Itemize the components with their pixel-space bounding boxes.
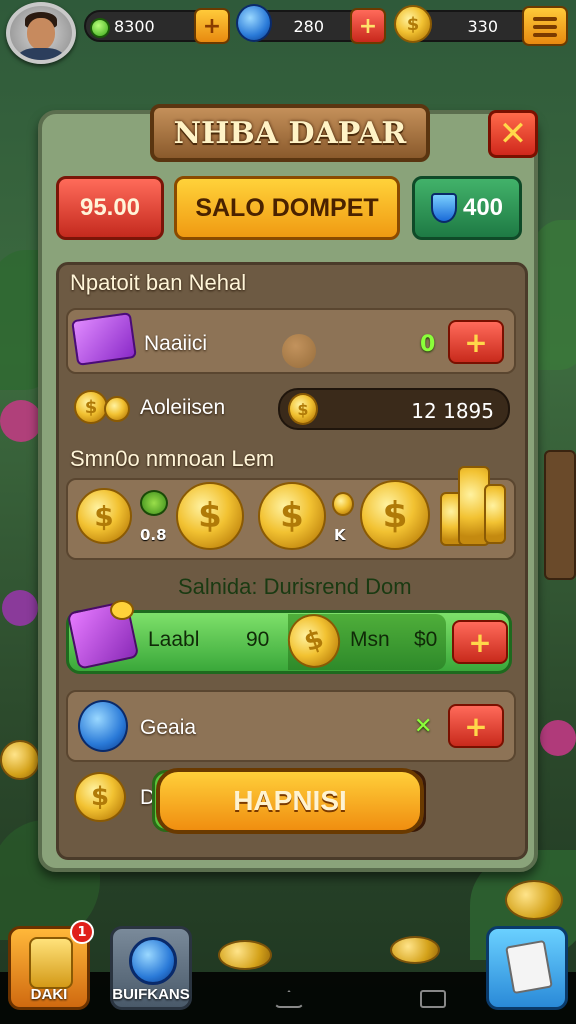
aoleiisen-amount: 12 1895 <box>411 399 494 423</box>
note-icon <box>505 939 553 995</box>
top-hud: 8300 + 280 + 330 $ <box>0 0 576 66</box>
coin-small-icon <box>332 492 354 516</box>
background-coin <box>218 940 272 970</box>
coin-option-4[interactable]: $ <box>360 480 430 550</box>
coin-icon: $ <box>74 390 108 424</box>
energy-value: 280 <box>293 16 324 36</box>
menu-icon <box>533 17 557 21</box>
section-title-salnida: Salnida: Durisrend Dom <box>178 574 412 599</box>
recents-nav-icon[interactable] <box>420 990 446 1008</box>
avatar-face <box>27 18 55 50</box>
green-gem-icon <box>90 18 110 38</box>
magnifier-icon <box>129 937 177 985</box>
shield-value: 400 <box>462 194 504 221</box>
avatar-shirt <box>18 48 64 60</box>
background-flower <box>540 720 576 756</box>
salo-dompet-button[interactable]: SALO DOMPET <box>174 176 400 240</box>
add-naaiici-button[interactable]: + <box>448 320 504 364</box>
wooden-cart <box>544 450 576 580</box>
notification-badge: 1 <box>70 920 94 944</box>
add-land-button[interactable]: + <box>452 620 508 664</box>
naaiici-value: 0 <box>420 332 436 357</box>
coin-option-3[interactable]: $ <box>258 482 326 550</box>
geaia-value: ✕ <box>414 714 433 739</box>
geaia-label: Geaia <box>140 716 197 739</box>
add-gems-button[interactable]: + <box>194 8 230 44</box>
coin-icon: $ <box>288 393 318 425</box>
background-coin <box>505 880 563 920</box>
coin-icon <box>104 396 130 422</box>
naaiici-label: Naaiici <box>144 332 208 355</box>
land-value: 90 <box>246 628 270 651</box>
gems-counter: 8300 <box>84 10 212 42</box>
option-label-b: K <box>334 526 346 544</box>
background-coin <box>0 740 40 780</box>
red-value-button[interactable]: 95.00 <box>56 176 164 240</box>
blue-orb-icon <box>78 700 128 752</box>
aoleiisen-amount-bar: $ 12 1895 <box>278 388 510 430</box>
coin-stack-icon <box>29 937 73 989</box>
coin-icon <box>484 484 506 544</box>
hapnisi-button[interactable]: HAPNISI <box>156 768 424 834</box>
gift-bow-icon <box>110 600 134 620</box>
msn-value: $0 <box>414 628 438 651</box>
coin-option-2[interactable]: $ <box>176 482 244 550</box>
section-title-npatoit: Npatoit ban Nehal <box>70 270 247 295</box>
buifkans-button[interactable]: BUIFKANS <box>110 926 192 1010</box>
msn-label: Msn <box>350 628 390 651</box>
green-leaf-icon <box>140 490 168 516</box>
blue-orb-icon <box>236 4 272 42</box>
coin-option-1[interactable]: $ <box>76 488 132 544</box>
notes-button[interactable] <box>486 926 568 1010</box>
aoleiisen-label: Aoleiisen <box>140 396 226 419</box>
shield-icon <box>430 193 457 223</box>
add-geaia-button[interactable]: + <box>448 704 504 748</box>
purple-chest-icon <box>71 312 137 366</box>
shield-button[interactable]: 400 <box>412 176 522 240</box>
buifkans-label: BUIFKANS <box>112 986 190 1003</box>
section-title-smn0o: Smn0o nmnoan Lem <box>70 446 275 471</box>
background-flower <box>2 590 38 626</box>
background-flower <box>0 400 42 442</box>
coin-icon: $ <box>74 772 126 822</box>
panel-title: NHBA DAPAR <box>150 104 430 162</box>
bronze-coin-icon <box>282 334 316 368</box>
daki-label: DAKI <box>30 986 68 1003</box>
player-avatar[interactable] <box>6 2 76 64</box>
land-label: Laabl <box>148 628 200 651</box>
close-button[interactable]: ✕ <box>488 110 538 158</box>
coin-icon: $ <box>394 5 432 43</box>
coins-value: 330 <box>467 16 498 36</box>
background-coin <box>390 936 440 964</box>
gems-value: 8300 <box>114 16 155 36</box>
coin-stack-icon <box>440 466 506 548</box>
add-energy-button[interactable]: + <box>350 8 386 44</box>
option-label-a: 0.8 <box>140 526 167 544</box>
menu-button[interactable] <box>522 6 568 46</box>
